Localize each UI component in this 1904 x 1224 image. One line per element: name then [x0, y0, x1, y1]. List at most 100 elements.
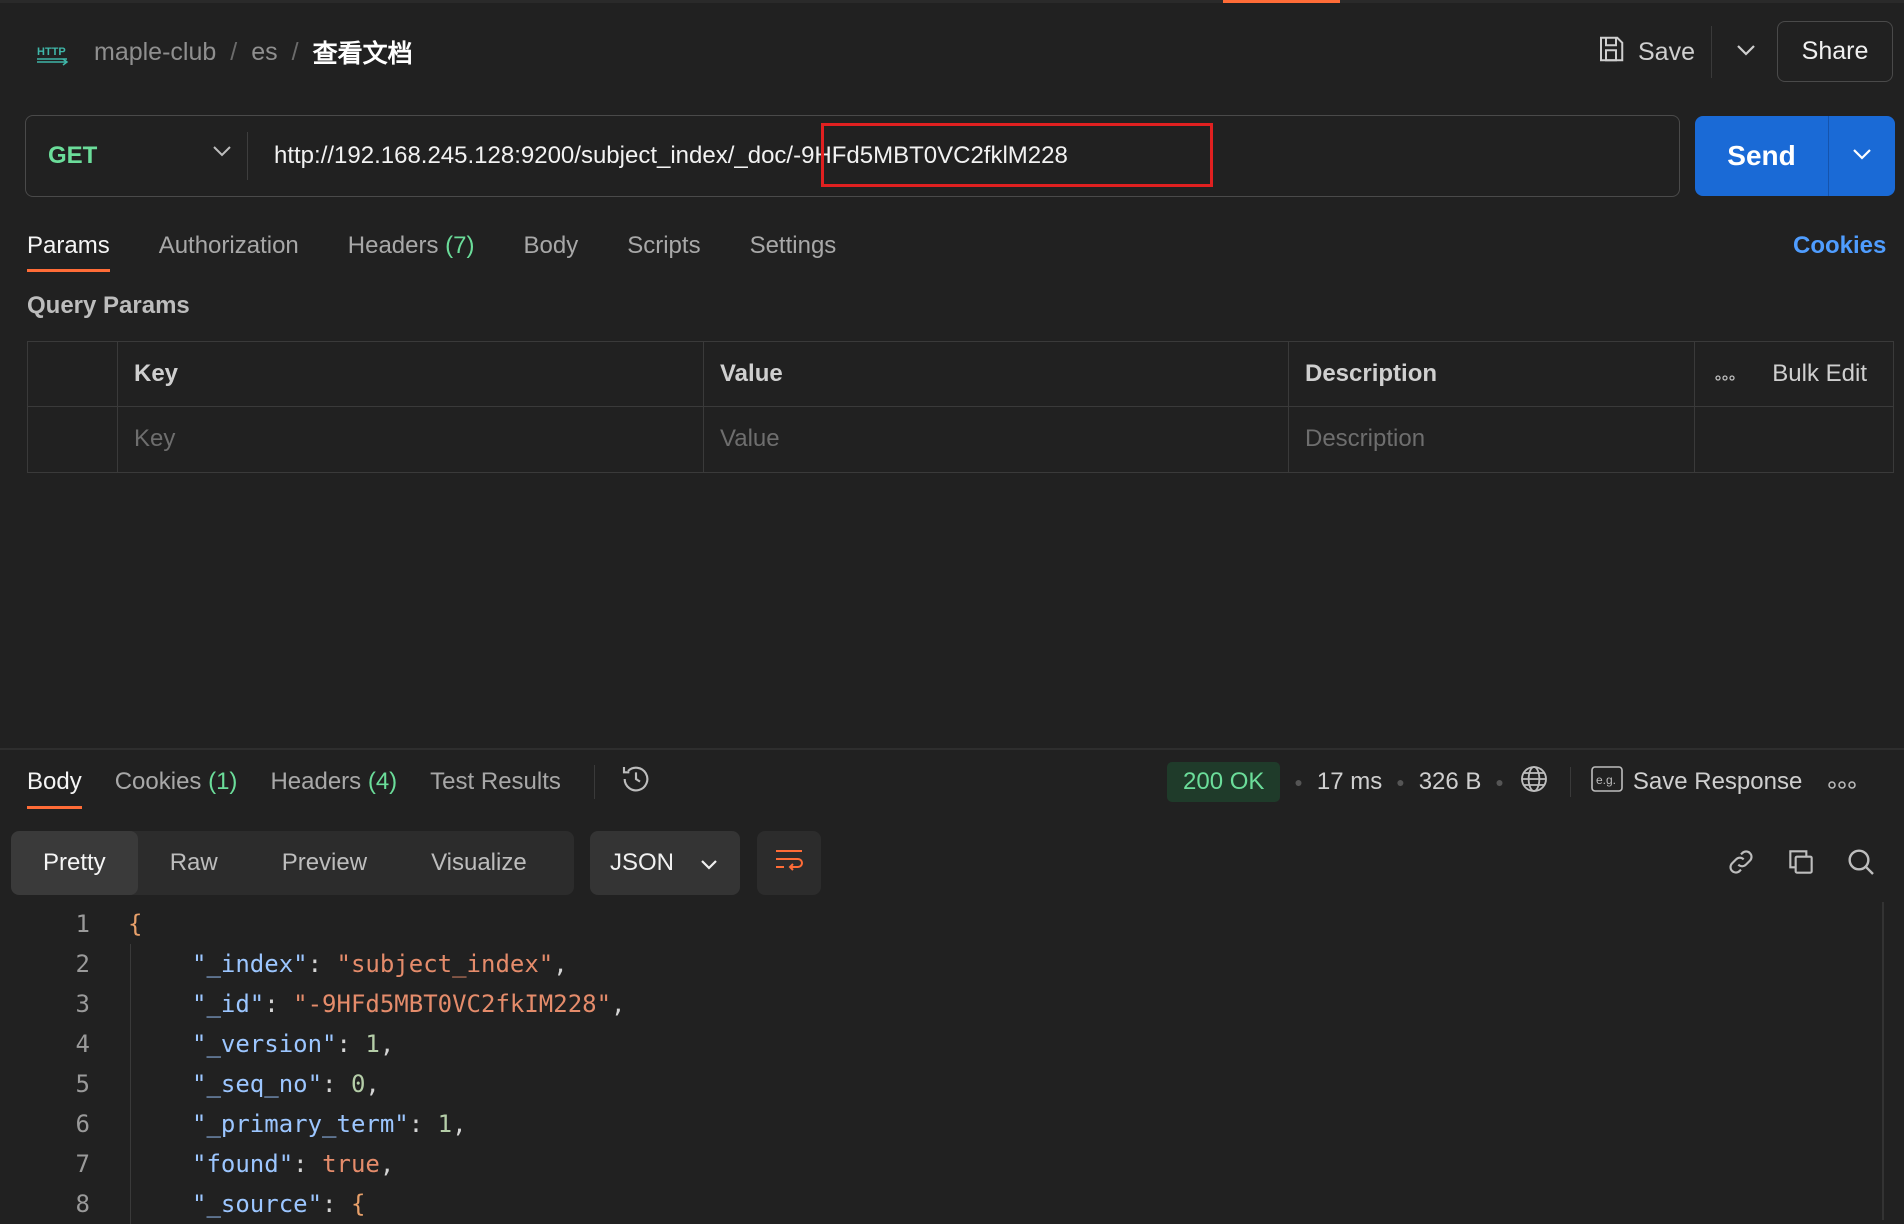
key-input[interactable]: Key — [118, 406, 704, 472]
wrap-lines-button[interactable] — [757, 831, 821, 895]
tab-resp-headers-count: (4) — [367, 768, 398, 795]
http-icon: HTTP — [34, 36, 70, 68]
code-token: , — [611, 990, 626, 1018]
query-params-table: Key Value Description Bulk Edit Key Valu… — [27, 341, 1894, 473]
code-token: 1 — [365, 1030, 380, 1058]
description-input[interactable]: Description — [1289, 406, 1695, 472]
save-icon — [1596, 34, 1626, 71]
response-tabs: Body Cookies (1) Headers (4) Test Result… — [27, 762, 652, 809]
view-raw[interactable]: Raw — [138, 831, 250, 895]
code-line: 1{ — [0, 904, 143, 944]
response-pane-divider[interactable] — [0, 748, 1904, 750]
description-input-extension[interactable] — [1695, 406, 1893, 472]
code-token: "_source" — [192, 1190, 323, 1218]
response-meta: 200 OK ● 17 ms ● 326 B ● e.g. Save Respo… — [1167, 760, 1857, 804]
breadcrumb-folder[interactable]: es — [251, 38, 277, 67]
code-content: "_id": "-9HFd5MBT0VC2fkIM228", — [192, 990, 626, 1018]
editor-scrollbar[interactable] — [1882, 902, 1884, 1220]
tab-response-cookies[interactable]: Cookies (1) — [115, 768, 238, 796]
save-button[interactable]: Save — [1596, 30, 1695, 74]
format-select[interactable]: JSON — [590, 831, 740, 895]
code-token: "_id" — [192, 990, 265, 1018]
code-content: "found": true, — [192, 1150, 394, 1178]
tab-cookies-label: Cookies — [114, 768, 202, 795]
request-name[interactable]: 查看文档 — [313, 34, 413, 70]
format-label: JSON — [610, 849, 675, 876]
tab-authorization[interactable]: Authorization — [159, 232, 299, 260]
tab-scripts[interactable]: Scripts — [627, 232, 700, 260]
save-options-button[interactable] — [1722, 30, 1770, 74]
method-select[interactable]: GET — [48, 116, 97, 196]
svg-text:HTTP: HTTP — [37, 46, 66, 58]
copy-icon[interactable] — [1785, 846, 1817, 883]
tab-response-headers[interactable]: Headers (4) — [270, 768, 397, 796]
code-token: , — [452, 1110, 467, 1138]
top-tab-strip — [0, 0, 1904, 3]
history-icon[interactable] — [620, 763, 652, 802]
code-line: 6 "_primary_term": 1, — [0, 1104, 467, 1144]
tab-response-body[interactable]: Body — [27, 768, 82, 809]
send-options-button[interactable] — [1829, 116, 1895, 196]
response-time[interactable]: 17 ms — [1317, 768, 1382, 796]
more-options-icon[interactable] — [1828, 768, 1857, 796]
send-button[interactable]: Send — [1695, 116, 1829, 196]
share-button[interactable]: Share — [1777, 21, 1893, 82]
code-token: : — [408, 1110, 438, 1138]
line-number: 5 — [75, 1070, 90, 1098]
cookies-link[interactable]: Cookies — [1793, 226, 1886, 266]
response-tools — [1725, 844, 1877, 884]
view-pretty[interactable]: Pretty — [11, 831, 138, 895]
code-token: : — [336, 1030, 366, 1058]
more-options-icon[interactable] — [1715, 360, 1735, 388]
code-token: : — [322, 1070, 351, 1098]
save-label: Save — [1638, 37, 1695, 66]
tab-cookies-count: (1) — [208, 768, 238, 795]
code-token: , — [553, 950, 568, 978]
code-content: { — [128, 910, 142, 938]
code-line: 5 "_seq_no": 0, — [0, 1064, 380, 1104]
breadcrumb-separator: / — [230, 37, 238, 66]
view-visualize[interactable]: Visualize — [399, 831, 559, 895]
tab-params[interactable]: Params — [27, 232, 110, 272]
status-badge[interactable]: 200 OK — [1167, 762, 1281, 802]
code-content: "_source": { — [192, 1190, 365, 1218]
dot-separator: ● — [1294, 774, 1303, 790]
code-token: , — [379, 1150, 395, 1178]
link-icon[interactable] — [1725, 846, 1757, 883]
line-number: 7 — [75, 1150, 90, 1178]
tab-settings[interactable]: Settings — [750, 232, 837, 260]
line-number: 6 — [75, 1110, 90, 1138]
save-response-button[interactable]: e.g. Save Response — [1591, 765, 1802, 799]
code-token: 0 — [350, 1070, 366, 1098]
view-preview[interactable]: Preview — [250, 831, 399, 895]
tab-test-results[interactable]: Test Results — [430, 768, 561, 796]
row-checkbox-cell — [28, 406, 118, 472]
table-row: Key Value Description — [28, 406, 1893, 472]
table-actions: Bulk Edit — [1695, 342, 1893, 406]
line-number: 2 — [75, 950, 90, 978]
code-token: , — [365, 1070, 380, 1098]
tab-headers[interactable]: Headers (7) — [348, 232, 475, 260]
tab-headers-count: (7) — [445, 232, 475, 259]
breadcrumb-separator: / — [291, 37, 299, 66]
chevron-down-icon[interactable] — [212, 144, 232, 162]
tab-body[interactable]: Body — [524, 232, 579, 260]
chevron-down-icon — [1736, 43, 1756, 61]
code-line: 8 "_source": { — [0, 1184, 366, 1224]
code-token: "_primary_term" — [192, 1110, 409, 1138]
globe-icon[interactable] — [1518, 763, 1550, 802]
response-size[interactable]: 326 B — [1419, 768, 1482, 796]
value-input[interactable]: Value — [704, 406, 1289, 472]
code-token: : — [264, 990, 294, 1018]
request-tabs: Params Authorization Headers (7) Body Sc… — [27, 226, 885, 272]
code-content: "_index": "subject_index", — [192, 950, 568, 978]
code-token: "found" — [192, 1150, 294, 1178]
url-divider — [247, 132, 248, 180]
code-token: "_index" — [192, 950, 308, 978]
search-icon[interactable] — [1845, 846, 1877, 883]
breadcrumb-collection[interactable]: maple-club — [94, 38, 216, 67]
code-token: 1 — [437, 1110, 453, 1138]
bulk-edit-button[interactable]: Bulk Edit — [1772, 360, 1867, 388]
query-params-title: Query Params — [27, 292, 190, 319]
code-token: "_version" — [192, 1030, 337, 1058]
